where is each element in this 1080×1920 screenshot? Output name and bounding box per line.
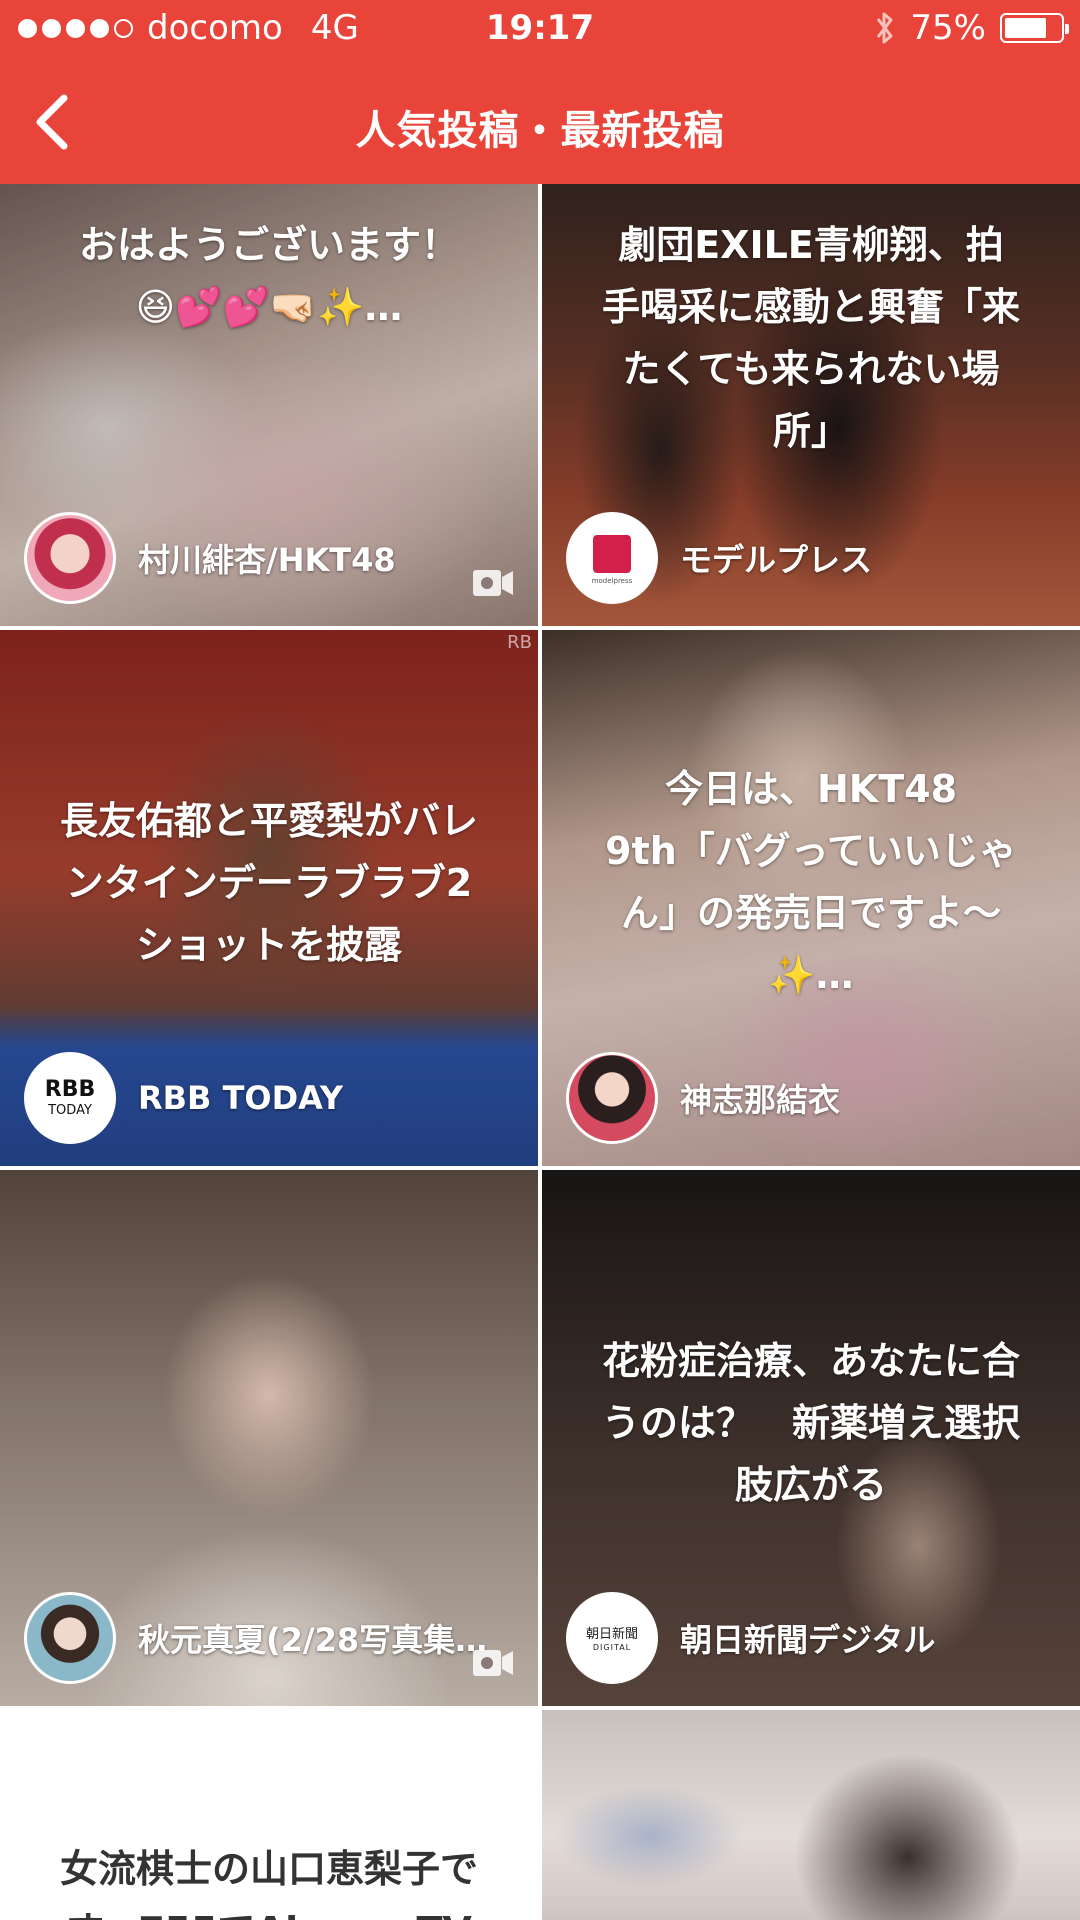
avatar [24, 1592, 116, 1684]
caption-line: 劇団EXILE青柳翔、拍 [618, 223, 1004, 267]
caption-line: ん」の発売日ですよ〜 [620, 891, 1001, 935]
caption-line: 花粉症治療、あなたに合 [601, 1339, 1020, 1383]
post-author[interactable]: 村川緋杏/HKT48 [24, 512, 396, 604]
caption-line: 9th「バグっていいじゃ [605, 829, 1017, 873]
author-name: モデルプレス [680, 541, 873, 579]
author-name: 秋元真夏(2/28写真集… [138, 1621, 488, 1659]
battery-percent: 75% [910, 8, 986, 48]
caption-line: 所」 [772, 409, 849, 453]
video-camera-icon [473, 570, 513, 596]
caption-line: 肢広がる [734, 1463, 887, 1507]
post-author[interactable]: RBB TODAY RBB TODAY [24, 1052, 343, 1144]
post-author[interactable]: modelpress モデルプレス [566, 512, 872, 604]
avatar-logo-subtext: DIGITAL [592, 1643, 632, 1652]
page-title: 人気投稿・最新投稿 [355, 108, 725, 154]
author-name: 神志那結衣 [680, 1081, 841, 1119]
caption-line: ✨… [768, 953, 854, 997]
author-name: RBB TODAY [138, 1079, 344, 1117]
bluetooth-icon [877, 12, 893, 44]
caption-line: うのは？ 新薬増え選択 [601, 1401, 1020, 1445]
caption-line: 今日は、HKT48 [664, 767, 958, 811]
post-tile[interactable]: 今日は、HKT48 9th「バグっていいじゃ ん」の発売日ですよ〜 ✨… 神志那… [542, 630, 1080, 1166]
video-camera-icon [473, 1650, 513, 1676]
post-author[interactable]: 朝日新聞 DIGITAL 朝日新聞デジタル [566, 1592, 935, 1684]
caption-line: おはようございます！ [78, 223, 459, 267]
caption-line: ンタインデーラブラブ2 [65, 861, 473, 905]
battery-level [1005, 18, 1046, 38]
caption-line: す。755でAbema TV [30, 1900, 508, 1920]
author-name: 村川緋杏/HKT48 [138, 541, 396, 579]
post-author[interactable]: 秋元真夏(2/28写真集… [24, 1592, 487, 1684]
nav-bar: 人気投稿・最新投稿 [0, 60, 1080, 184]
modelpress-logo-icon [593, 535, 631, 573]
post-caption: 花粉症治療、あなたに合 うのは？ 新薬増え選択 肢広がる [572, 1330, 1050, 1516]
avatar [24, 512, 116, 604]
avatar-logo-text: RBB [44, 1077, 96, 1102]
post-tile[interactable]: 劇団EXILE青柳翔、拍 手喝采に感動と興奮「来 たくても来られない場 所」 m… [542, 184, 1080, 626]
post-caption: おはようございます！ 😆💕💕🤜🏻✨… [30, 214, 508, 338]
author-name: 朝日新聞デジタル [680, 1621, 936, 1659]
battery-icon [1000, 13, 1069, 43]
avatar [566, 1052, 658, 1144]
avatar: modelpress [566, 512, 658, 604]
post-caption: 女流棋士の山口恵梨子で す。755でAbema TV [30, 1838, 508, 1920]
post-tile[interactable]: 秋元真夏(2/28写真集… [0, 1170, 538, 1706]
post-author[interactable]: 神志那結衣 [566, 1052, 840, 1144]
status-right: 75% [874, 8, 1069, 48]
post-tile[interactable]: 花粉症治療、あなたに合 うのは？ 新薬増え選択 肢広がる 朝日新聞 DIGITA… [542, 1170, 1080, 1706]
app-header: docomo 4G 19:17 75% 人気投稿・最新投稿 [0, 0, 1080, 184]
caption-line: ショットを披露 [135, 923, 402, 967]
post-caption: 今日は、HKT48 9th「バグっていいじゃ ん」の発売日ですよ〜 ✨… [572, 758, 1050, 1006]
post-tile[interactable]: RB 長友佑都と平愛梨がバレ ンタインデーラブラブ2 ショットを披露 RBB T… [0, 630, 538, 1166]
post-caption: 劇団EXILE青柳翔、拍 手喝采に感動と興奮「来 たくても来られない場 所」 [572, 214, 1050, 462]
avatar-logo-text: modelpress [591, 577, 633, 585]
avatar: 朝日新聞 DIGITAL [566, 1592, 658, 1684]
image-watermark: RB [507, 632, 532, 653]
status-bar: docomo 4G 19:17 75% [0, 0, 1080, 60]
caption-line: 女流棋士の山口恵梨子で [59, 1847, 478, 1891]
avatar-logo-text: 朝日新聞 [585, 1627, 638, 1642]
caption-line: たくても来られない場 [622, 347, 1000, 391]
post-tile[interactable]: 女流棋士の山口恵梨子で す。755でAbema TV [0, 1710, 538, 1920]
post-caption: 長友佑都と平愛梨がバレ ンタインデーラブラブ2 ショットを披露 [30, 790, 508, 976]
post-tile[interactable]: おはようございます！ 😆💕💕🤜🏻✨… 村川緋杏/HKT48 [0, 184, 538, 626]
avatar: RBB TODAY [24, 1052, 116, 1144]
caption-line: 長友佑都と平愛梨がバレ [59, 799, 478, 843]
post-tile[interactable] [542, 1710, 1080, 1920]
caption-line: 手喝采に感動と興奮「来 [601, 285, 1020, 329]
avatar-logo-subtext: TODAY [48, 1103, 92, 1118]
caption-line: 😆💕💕🤜🏻✨… [135, 285, 403, 329]
